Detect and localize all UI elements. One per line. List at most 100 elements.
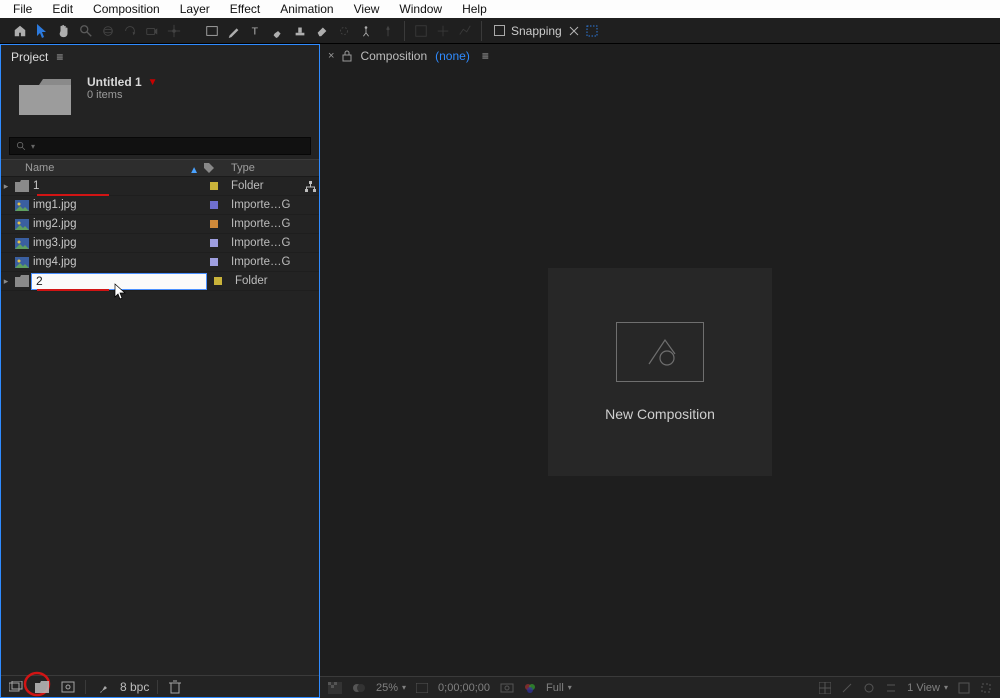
color-depth-label[interactable]: 8 bpc <box>120 680 149 694</box>
adjust-icon[interactable] <box>885 682 897 694</box>
new-composition-button[interactable]: New Composition <box>548 268 772 476</box>
item-name[interactable]: 1 <box>33 180 203 192</box>
anchor-tool-icon[interactable] <box>164 21 184 41</box>
brush-tool-icon[interactable] <box>268 21 288 41</box>
snapping-toggle[interactable]: Snapping <box>494 24 598 38</box>
annotation-underline <box>37 194 109 196</box>
menu-edit[interactable]: Edit <box>43 1 82 17</box>
view-layout-dropdown[interactable]: 1 View ▾ <box>907 682 948 694</box>
guide-icon[interactable] <box>841 682 853 694</box>
eraser-tool-icon[interactable] <box>312 21 332 41</box>
tag-swatch[interactable] <box>210 258 218 266</box>
zoom-dropdown[interactable]: 25% ▾ <box>376 682 406 694</box>
camera-tool-icon[interactable] <box>142 21 162 41</box>
panel-menu-icon[interactable]: ≡ <box>482 49 489 63</box>
rotobrush-tool-icon[interactable] <box>334 21 354 41</box>
menu-window[interactable]: Window <box>390 1 451 17</box>
tag-swatch[interactable] <box>210 182 218 190</box>
menu-bar: File Edit Composition Layer Effect Anima… <box>0 0 1000 18</box>
home-icon[interactable] <box>10 21 30 41</box>
project-panel-tabrow: Project ≡ <box>1 45 319 69</box>
svg-text:T: T <box>252 25 259 37</box>
expand-caret-icon[interactable]: ▸ <box>1 181 11 192</box>
main-area: Project ≡ Untitled 1 ▼ 0 items ▾ N <box>0 44 1000 698</box>
new-composition-icon[interactable] <box>59 678 77 696</box>
asset-dropdown-icon[interactable]: ▼ <box>148 77 158 88</box>
item-name[interactable]: img4.jpg <box>33 256 203 268</box>
snap-grid-icon <box>586 25 598 37</box>
grid-icon[interactable] <box>819 682 831 694</box>
timecode[interactable]: 0;00;00;00 <box>438 682 490 694</box>
pen-tool-icon[interactable] <box>224 21 244 41</box>
resolution-label[interactable]: Full ▾ <box>546 682 572 694</box>
region-icon[interactable] <box>980 682 992 694</box>
tag-swatch[interactable] <box>214 277 222 285</box>
interpret-footage-icon[interactable] <box>7 678 25 696</box>
menu-view[interactable]: View <box>345 1 389 17</box>
toggle-mask-icon[interactable] <box>352 682 366 694</box>
column-name[interactable]: Name▲ <box>11 162 203 174</box>
snapping-label: Snapping <box>511 24 562 38</box>
tag-swatch[interactable] <box>210 220 218 228</box>
toolbar: T Snapping <box>0 18 1000 44</box>
resolution-dropdown[interactable] <box>416 683 428 693</box>
item-type: Importe…G <box>225 218 301 230</box>
toggle-alpha-icon[interactable] <box>328 682 342 694</box>
composition-panel: × Composition (none) ≡ New Composition <box>320 44 1000 698</box>
color-depth-icon[interactable] <box>94 678 112 696</box>
tag-swatch[interactable] <box>210 201 218 209</box>
view-options-icon[interactable] <box>958 682 970 694</box>
exposure-icon[interactable] <box>863 682 875 694</box>
image-icon <box>11 257 33 268</box>
selected-asset-info: Untitled 1 ▼ 0 items <box>1 69 319 137</box>
menu-layer[interactable]: Layer <box>171 1 219 17</box>
tag-swatch[interactable] <box>210 239 218 247</box>
hand-tool-icon[interactable] <box>54 21 74 41</box>
menu-help[interactable]: Help <box>453 1 496 17</box>
project-panel-title[interactable]: Project <box>11 50 48 64</box>
menu-composition[interactable]: Composition <box>84 1 169 17</box>
item-name[interactable]: img3.jpg <box>33 237 203 249</box>
flowchart-icon[interactable] <box>301 181 319 192</box>
stamp-tool-icon[interactable] <box>290 21 310 41</box>
mesh-tool-icon[interactable] <box>433 21 453 41</box>
list-item[interactable]: img1.jpg Importe…G <box>1 196 319 215</box>
zoom-tool-icon[interactable] <box>76 21 96 41</box>
rect-tool-icon[interactable] <box>202 21 222 41</box>
selection-tool-icon[interactable] <box>32 21 52 41</box>
new-folder-icon[interactable] <box>33 678 51 696</box>
pin-tool-icon[interactable] <box>378 21 398 41</box>
image-icon <box>11 200 33 211</box>
project-search-input[interactable]: ▾ <box>9 137 311 155</box>
rotate-tool-icon[interactable] <box>120 21 140 41</box>
lock-icon[interactable] <box>342 50 352 62</box>
item-type: Importe…G <box>225 199 301 211</box>
item-name[interactable]: img2.jpg <box>33 218 203 230</box>
item-name[interactable]: img1.jpg <box>33 199 203 211</box>
orbit-tool-icon[interactable] <box>98 21 118 41</box>
snapshot-icon[interactable] <box>500 682 514 693</box>
list-item[interactable]: img3.jpg Importe…G <box>1 234 319 253</box>
column-type[interactable]: Type <box>225 162 301 174</box>
snapping-checkbox-icon <box>494 25 505 36</box>
menu-effect[interactable]: Effect <box>221 1 269 17</box>
menu-file[interactable]: File <box>4 1 41 17</box>
puppet-tool-icon[interactable] <box>356 21 376 41</box>
column-tag-icon[interactable] <box>203 162 225 174</box>
new-comp-label: New Composition <box>605 406 715 422</box>
channel-icon[interactable] <box>524 682 536 694</box>
graph-tool-icon[interactable] <box>455 21 475 41</box>
list-item[interactable]: img2.jpg Importe…G <box>1 215 319 234</box>
menu-animation[interactable]: Animation <box>271 1 342 17</box>
close-tab-icon[interactable]: × <box>328 50 334 62</box>
project-panel-menu-icon[interactable]: ≡ <box>56 50 63 64</box>
image-icon <box>11 219 33 230</box>
mask-tool-icon[interactable] <box>411 21 431 41</box>
list-item[interactable]: img4.jpg Importe…G <box>1 253 319 272</box>
trash-icon[interactable] <box>166 678 184 696</box>
type-tool-icon[interactable]: T <box>246 21 266 41</box>
item-type: Folder <box>225 180 301 192</box>
rename-input[interactable] <box>31 273 207 290</box>
expand-caret-icon[interactable]: ▸ <box>1 276 11 287</box>
composition-name[interactable]: (none) <box>435 49 470 63</box>
